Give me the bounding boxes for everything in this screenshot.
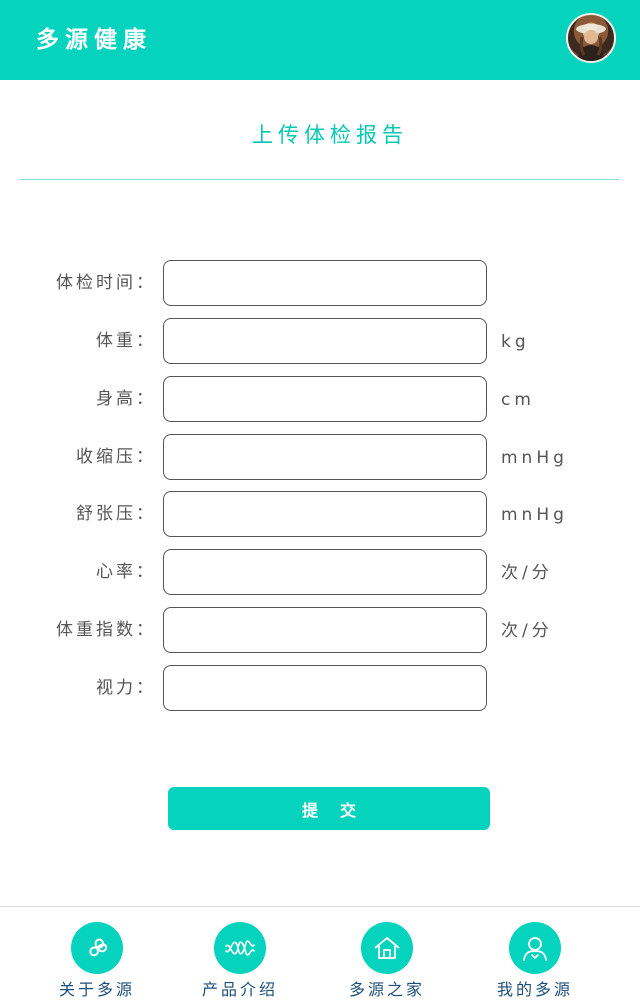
systolic-input[interactable]	[163, 434, 487, 480]
vision-label: 视力：	[96, 678, 156, 698]
bottom-tab-bar: 关于多源 产品介绍 多源之家 我的多源	[0, 906, 640, 1008]
tab-home[interactable]: 多源之家	[307, 907, 467, 1008]
weight-unit: kg	[501, 332, 530, 352]
home-icon	[361, 922, 413, 974]
user-icon	[509, 922, 561, 974]
form-row-diastolic: 舒张压： mnHg	[0, 491, 640, 537]
tab-mine-label: 我的多源	[496, 980, 573, 999]
submit-button[interactable]: 提交	[168, 787, 490, 830]
tab-mine[interactable]: 我的多源	[455, 907, 615, 1008]
brand-swirl-icon	[71, 922, 123, 974]
height-unit: cm	[501, 390, 535, 410]
form-row-bmi: 体重指数： 次/分	[0, 607, 640, 653]
heart-rate-input[interactable]	[163, 549, 487, 595]
tab-home-label: 多源之家	[348, 980, 425, 999]
app-header: 多源健康	[0, 0, 640, 80]
title-divider	[19, 179, 619, 180]
form-row-vision: 视力：	[0, 665, 640, 711]
height-label: 身高：	[96, 389, 156, 409]
tab-about-label: 关于多源	[58, 980, 135, 999]
vision-input[interactable]	[163, 665, 487, 711]
form-row-systolic: 收缩压： mnHg	[0, 434, 640, 480]
diastolic-input[interactable]	[163, 491, 487, 537]
weight-input[interactable]	[163, 318, 487, 364]
diastolic-label: 舒张压：	[76, 504, 156, 524]
user-avatar[interactable]	[566, 13, 616, 63]
tab-products[interactable]: 产品介绍	[160, 907, 320, 1008]
diastolic-unit: mnHg	[501, 505, 568, 525]
tab-about[interactable]: 关于多源	[17, 907, 177, 1008]
exam-time-label: 体检时间：	[56, 273, 156, 293]
bmi-unit: 次/分	[501, 621, 553, 641]
exam-time-input[interactable]	[163, 260, 487, 306]
form-row-heart-rate: 心率： 次/分	[0, 549, 640, 595]
page-title: 上传体检报告	[252, 123, 408, 147]
systolic-label: 收缩压：	[76, 447, 156, 467]
form-row-weight: 体重： kg	[0, 318, 640, 364]
height-input[interactable]	[163, 376, 487, 422]
heart-rate-unit: 次/分	[501, 563, 553, 583]
form-row-height: 身高： cm	[0, 376, 640, 422]
bmi-label: 体重指数：	[56, 620, 156, 640]
systolic-unit: mnHg	[501, 448, 568, 468]
form-row-exam-time: 体检时间：	[0, 260, 640, 306]
tab-products-label: 产品介绍	[201, 980, 278, 999]
app-title: 多源健康	[36, 27, 152, 53]
bmi-input[interactable]	[163, 607, 487, 653]
heart-rate-label: 心率：	[96, 562, 156, 582]
dna-wave-icon	[214, 922, 266, 974]
weight-label: 体重：	[96, 331, 156, 351]
